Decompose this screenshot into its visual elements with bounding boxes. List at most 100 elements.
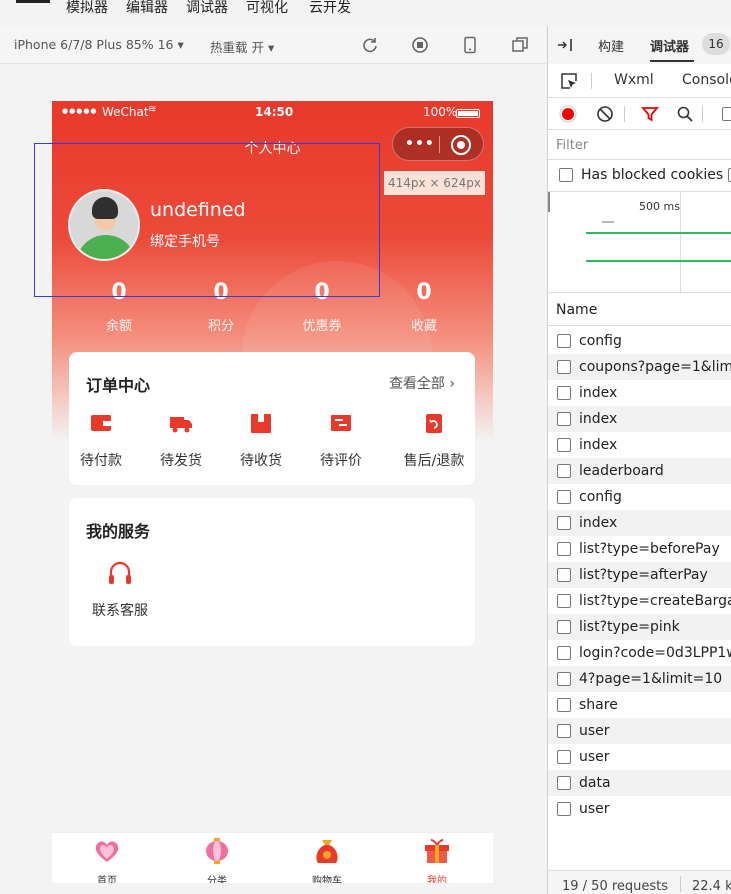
package-icon bbox=[251, 414, 271, 433]
request-row[interactable]: user bbox=[548, 718, 731, 744]
request-row[interactable]: list?type=pink bbox=[548, 614, 731, 640]
request-row[interactable]: login?code=0d3LPP1w3 bbox=[548, 640, 731, 666]
device-select[interactable]: iPhone 6/7/8 Plus 85% 16 ▾ bbox=[14, 37, 184, 52]
menu-visual[interactable]: 可视化 bbox=[246, 0, 288, 16]
close-miniprogram-icon[interactable] bbox=[451, 135, 471, 155]
services-card: 我的服务 联系客服 bbox=[69, 498, 475, 646]
element-size-tooltip: 414px × 624px bbox=[384, 171, 485, 195]
request-row[interactable]: list?type=afterPay bbox=[548, 562, 731, 588]
chevron-right-icon: › bbox=[449, 376, 455, 392]
dock-panel-icon[interactable] bbox=[557, 38, 575, 52]
debugger-count-badge: 16 bbox=[702, 33, 730, 55]
overview-handle[interactable] bbox=[548, 192, 550, 212]
request-file-icon bbox=[557, 802, 571, 816]
menu-simulator[interactable]: 模拟器 bbox=[66, 0, 108, 16]
request-file-icon bbox=[557, 360, 571, 374]
menu-cloud[interactable]: 云开发 bbox=[309, 0, 351, 16]
app-logo bbox=[16, 0, 50, 3]
request-row[interactable]: leaderboard bbox=[548, 458, 731, 484]
order-pending-receipt[interactable]: 待收货 bbox=[221, 412, 301, 470]
battery-percent: 100% bbox=[423, 105, 458, 119]
stop-icon[interactable] bbox=[411, 36, 429, 54]
request-file-icon bbox=[557, 464, 571, 478]
blocked-cookies-row: Has blocked cookies bbox=[548, 162, 731, 190]
window-icon[interactable] bbox=[511, 36, 529, 54]
tab-mine[interactable]: 我的 bbox=[397, 837, 477, 883]
request-name: 4?page=1&limit=10 bbox=[579, 671, 723, 687]
menu-editor[interactable]: 编辑器 bbox=[126, 0, 168, 16]
timeline-bar bbox=[586, 260, 731, 262]
tab-cart[interactable]: 购物车 bbox=[287, 837, 367, 883]
order-pending-review[interactable]: 待评价 bbox=[301, 412, 381, 470]
timeline-bar-gray bbox=[602, 221, 614, 223]
element-highlight bbox=[34, 143, 380, 297]
stat-favorites[interactable]: 0 收藏 bbox=[374, 279, 474, 334]
filter-input[interactable]: Filter bbox=[548, 132, 731, 160]
request-row[interactable]: data bbox=[548, 770, 731, 796]
status-bar: ●●●●● WeChat ≋ 14:50 100% bbox=[52, 101, 493, 125]
request-row[interactable]: index bbox=[548, 406, 731, 432]
tab-wxml[interactable]: Wxml bbox=[614, 72, 654, 88]
request-name: list?type=pink bbox=[579, 619, 680, 635]
tab-category[interactable]: 分类 bbox=[177, 837, 257, 883]
capsule-menu[interactable]: ••• bbox=[392, 127, 484, 161]
blocked-cookies-checkbox[interactable] bbox=[559, 168, 573, 182]
refresh-icon[interactable] bbox=[361, 36, 379, 54]
phone-icon[interactable] bbox=[461, 36, 479, 54]
request-row[interactable]: coupons?page=1&limit bbox=[548, 354, 731, 380]
filter-icon[interactable] bbox=[641, 105, 659, 123]
tab-build[interactable]: 构建 bbox=[598, 36, 624, 55]
tab-label: 首页 bbox=[97, 876, 117, 883]
status-time: 14:50 bbox=[255, 105, 294, 119]
order-center-card: 订单中心 查看全部 › 待付款 待发货 待收货 待评价 售后/退款 bbox=[69, 352, 475, 485]
order-pending-shipment[interactable]: 待发货 bbox=[141, 412, 221, 470]
request-name: list?type=createBargain bbox=[579, 593, 731, 609]
request-file-icon bbox=[557, 516, 571, 530]
request-row[interactable]: 4?page=1&limit=10 bbox=[548, 666, 731, 692]
service-label: 联系客服 bbox=[92, 603, 148, 619]
preserve-log-checkbox[interactable] bbox=[722, 107, 731, 121]
request-name: user bbox=[579, 723, 610, 739]
request-row[interactable]: share bbox=[548, 692, 731, 718]
order-label: 待收货 bbox=[240, 453, 282, 469]
request-row[interactable]: index bbox=[548, 510, 731, 536]
request-row[interactable]: list?type=createBargain bbox=[548, 588, 731, 614]
headset-icon bbox=[109, 561, 131, 584]
service-customer-support[interactable]: 联系客服 bbox=[80, 560, 160, 620]
hot-reload-select[interactable]: 热重载 开 ▾ bbox=[210, 37, 274, 56]
menu-debugger[interactable]: 调试器 bbox=[186, 0, 228, 16]
tab-debugger[interactable]: 调试器 bbox=[650, 36, 689, 55]
request-row[interactable]: user bbox=[548, 796, 731, 822]
view-all-orders-link[interactable]: 查看全部 › bbox=[389, 373, 455, 393]
record-icon[interactable] bbox=[559, 105, 577, 123]
column-header-name[interactable]: Name bbox=[548, 296, 731, 326]
request-row[interactable]: index bbox=[548, 432, 731, 458]
request-name: list?type=afterPay bbox=[579, 567, 708, 583]
more-icon[interactable]: ••• bbox=[405, 136, 435, 152]
request-file-icon bbox=[557, 672, 571, 686]
tab-console[interactable]: Console bbox=[682, 72, 731, 88]
request-name: data bbox=[579, 775, 611, 791]
request-row[interactable]: index bbox=[548, 380, 731, 406]
tab-bar: 首页 分类 购物车 我的 bbox=[52, 832, 493, 883]
request-file-icon bbox=[557, 490, 571, 504]
clear-icon[interactable] bbox=[596, 105, 614, 123]
request-row[interactable]: user bbox=[548, 744, 731, 770]
request-row[interactable]: config bbox=[548, 328, 731, 354]
request-file-icon bbox=[557, 412, 571, 426]
request-row[interactable]: list?type=beforePay bbox=[548, 536, 731, 562]
review-icon bbox=[331, 415, 351, 431]
timeline-bar bbox=[586, 232, 731, 234]
tab-home[interactable]: 首页 bbox=[67, 837, 147, 883]
order-label: 售后/退款 bbox=[403, 453, 465, 469]
order-pending-payment[interactable]: 待付款 bbox=[61, 412, 141, 470]
order-label: 待付款 bbox=[80, 453, 122, 469]
order-after-sales[interactable]: 售后/退款 bbox=[394, 412, 474, 470]
tab-label: 我的 bbox=[427, 876, 447, 883]
request-row[interactable]: config bbox=[548, 484, 731, 510]
request-name: index bbox=[579, 437, 618, 453]
search-icon[interactable] bbox=[676, 105, 694, 123]
timeline-gridline bbox=[680, 192, 681, 292]
wifi-icon: ≋ bbox=[148, 104, 157, 115]
inspect-element-icon[interactable] bbox=[560, 72, 578, 90]
